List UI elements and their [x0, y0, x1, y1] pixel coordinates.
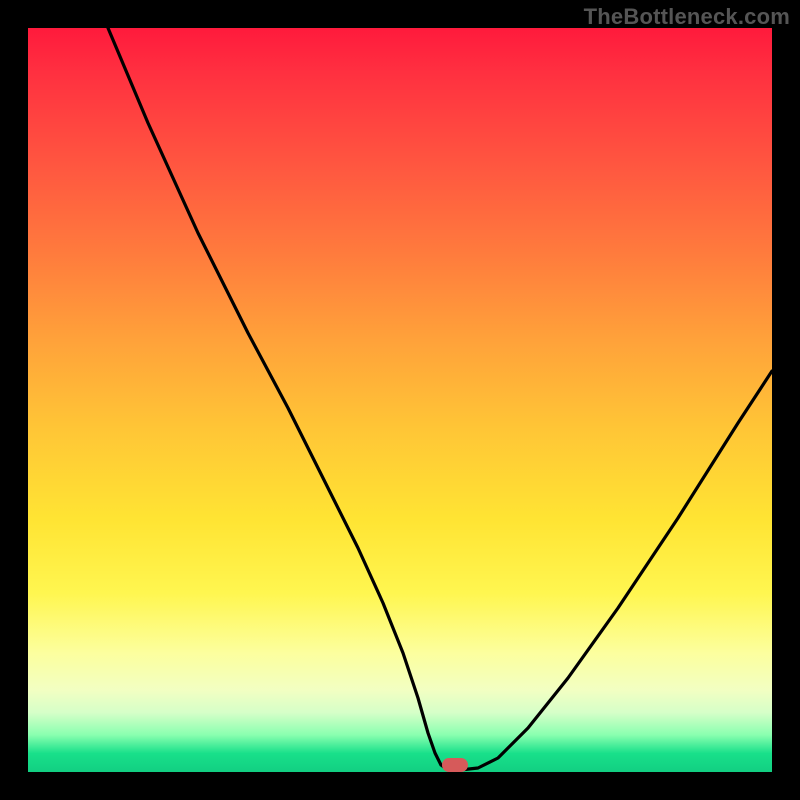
minimum-marker — [442, 758, 468, 772]
curve-path — [108, 28, 772, 770]
chart-plot-area — [28, 28, 772, 772]
watermark-text: TheBottleneck.com — [584, 4, 790, 30]
bottleneck-curve — [28, 28, 772, 772]
chart-frame: TheBottleneck.com — [0, 0, 800, 800]
